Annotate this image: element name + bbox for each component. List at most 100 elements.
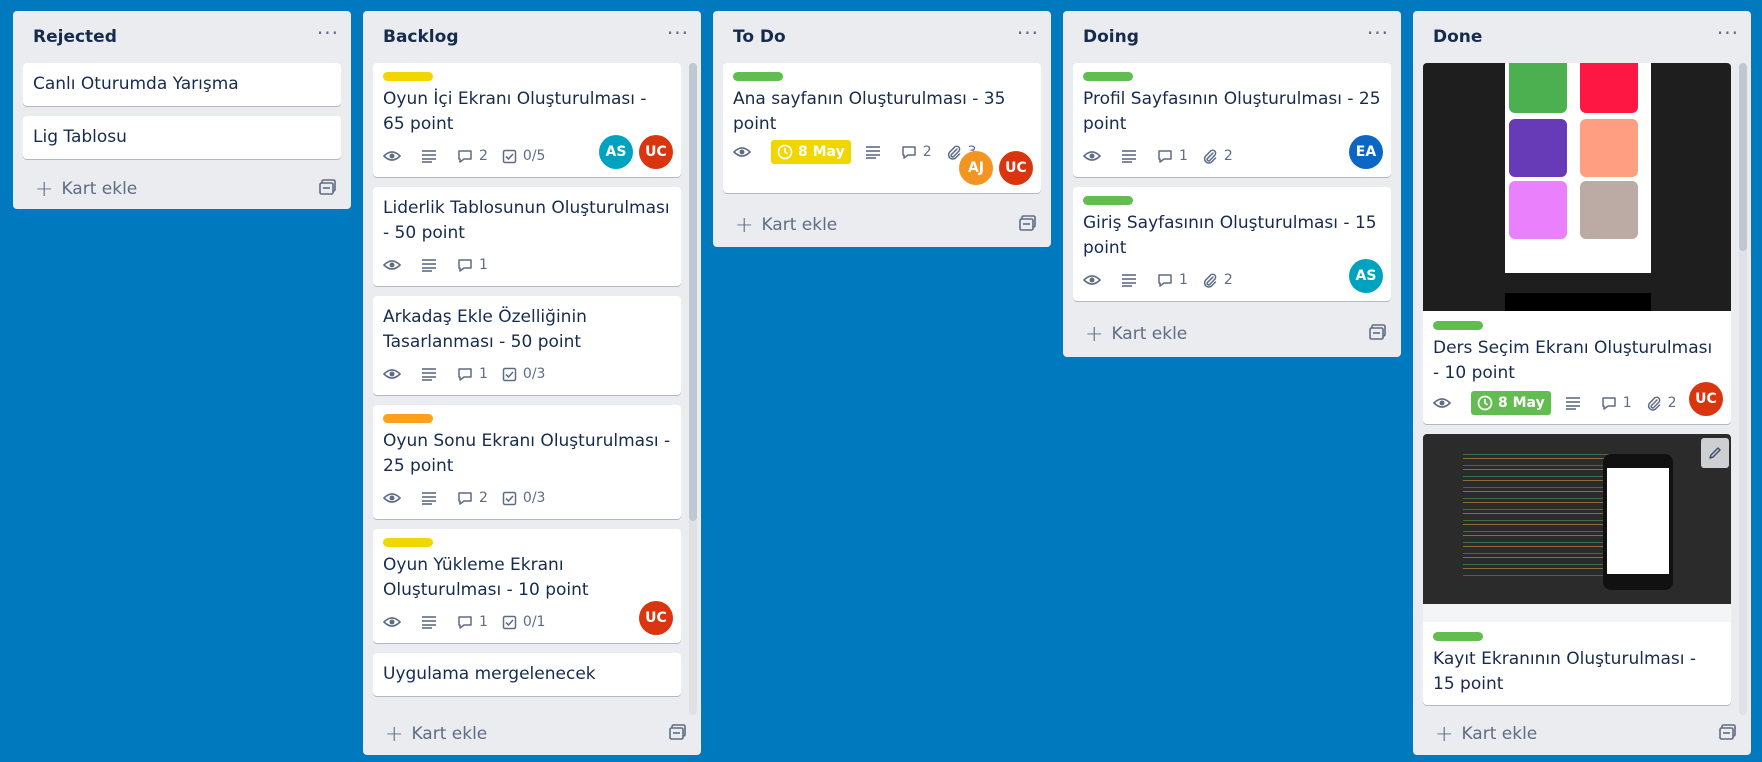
list-header: Rejected ··· — [13, 11, 351, 63]
card[interactable]: Liderlik Tablosunun Oluşturulması - 50 p… — [373, 187, 681, 286]
card-title: Uygulama mergelenecek — [383, 664, 596, 684]
list-menu-icon[interactable]: ··· — [1717, 23, 1739, 43]
list-header: Backlog ··· — [363, 11, 701, 63]
due-date-badge[interactable]: 8 May — [1471, 391, 1551, 415]
card-template-icon[interactable] — [1369, 323, 1387, 345]
add-card-button[interactable]: + Kart ekle — [735, 213, 837, 238]
tile-science — [1509, 119, 1567, 177]
list-doing: Doing ··· Profil Sayfasının Oluşturulmas… — [1063, 11, 1401, 357]
add-card-button[interactable]: + Kart ekle — [35, 177, 137, 202]
avatar[interactable]: UC — [639, 601, 673, 635]
card[interactable]: Oyun Sonu Ekranı Oluşturulması - 25 poin… — [373, 405, 681, 519]
list-title[interactable]: Rejected — [33, 27, 117, 47]
emulator-screen — [1607, 468, 1669, 574]
description-badge — [421, 367, 443, 381]
description-icon — [422, 616, 436, 629]
comment-icon — [458, 491, 472, 505]
list-menu-icon[interactable]: ··· — [1367, 23, 1389, 43]
add-card-label: Kart ekle — [761, 215, 838, 235]
avatar[interactable]: EA — [1349, 135, 1383, 169]
checklist-count: 0/5 — [522, 148, 546, 164]
card[interactable]: Ders Seçim Ekranı Oluşturulması - 10 poi… — [1423, 63, 1731, 424]
plus-icon: + — [1435, 721, 1454, 747]
card-label[interactable] — [1433, 632, 1483, 641]
card[interactable]: Arkadaş Ekle Özelliğinin Tasarlanması - … — [373, 296, 681, 395]
avatar[interactable]: AS — [599, 135, 633, 169]
card[interactable]: Giriş Sayfasının Oluşturulması - 15 poin… — [1073, 187, 1391, 301]
list-title[interactable]: Doing — [1083, 27, 1139, 47]
checklist-badge: 0/1 — [502, 614, 545, 630]
card[interactable]: Oyun Yükleme Ekranı Oluşturulması - 10 p… — [373, 529, 681, 643]
list-title[interactable]: To Do — [733, 27, 786, 47]
comment-icon — [458, 367, 472, 381]
list-done: Done ··· Ders Seçim Ekranı Oluşturulması — [1413, 11, 1751, 755]
list-scrollbar-thumb[interactable] — [1739, 63, 1747, 251]
card-title: Ana sayfanın Oluşturulması - 35 point — [733, 89, 1006, 134]
due-date: 8 May — [1498, 395, 1545, 411]
card-label[interactable] — [383, 538, 433, 547]
ide-code-area — [1463, 448, 1613, 578]
comments-badge: 2 — [901, 144, 932, 160]
list-header: Doing ··· — [1063, 11, 1401, 63]
avatar[interactable]: AJ — [959, 151, 993, 185]
card-title: Arkadaş Ekle Özelliğinin Tasarlanması - … — [383, 307, 587, 352]
card-list: Ders Seçim Ekranı Oluşturulması - 10 poi… — [1413, 63, 1751, 715]
add-card-button[interactable]: + Kart ekle — [1085, 322, 1187, 347]
card[interactable]: Profil Sayfasının Oluşturulması - 25 poi… — [1073, 63, 1391, 177]
description-icon — [1122, 150, 1136, 163]
card-template-icon[interactable] — [1019, 214, 1037, 236]
list-scrollbar-thumb[interactable] — [689, 63, 697, 521]
add-card-button[interactable]: + Kart ekle — [385, 722, 487, 747]
list-menu-icon[interactable]: ··· — [1017, 23, 1039, 43]
comments-count: 1 — [1622, 395, 1632, 411]
card-badges: 1 2 — [1083, 143, 1381, 169]
description-badge — [1121, 149, 1143, 163]
card-label[interactable] — [383, 72, 433, 81]
phone-bottom-nav — [1505, 273, 1651, 293]
add-card-button[interactable]: + Kart ekle — [1435, 722, 1537, 747]
plus-icon: + — [1085, 321, 1104, 347]
card-label[interactable] — [1083, 72, 1133, 81]
avatar[interactable]: UC — [1689, 382, 1723, 416]
card-template-icon[interactable] — [319, 178, 337, 200]
list-rejected: Rejected ··· Canlı Oturumda Yarışma Lig … — [13, 11, 351, 209]
card[interactable]: Uygulama mergelenecek — [373, 653, 681, 696]
card[interactable]: Oyun İçi Ekranı Oluşturulması - 65 point… — [373, 63, 681, 177]
description-badge — [421, 149, 443, 163]
avatar[interactable]: UC — [639, 135, 673, 169]
card-label[interactable] — [1083, 196, 1133, 205]
paperclip-icon — [1647, 396, 1660, 411]
avatar[interactable]: UC — [999, 151, 1033, 185]
card-label[interactable] — [733, 72, 783, 81]
comment-icon — [458, 615, 472, 629]
card-label[interactable] — [383, 414, 433, 423]
list-todo: To Do ··· Ana sayfanın Oluşturulması - 3… — [713, 11, 1051, 247]
description-icon — [422, 368, 436, 381]
card-template-icon[interactable] — [1719, 723, 1737, 745]
comment-icon — [1158, 149, 1172, 163]
watch-badge — [383, 367, 407, 381]
card-cover-image — [1423, 63, 1731, 311]
description-icon — [1122, 274, 1136, 287]
card[interactable]: Canlı Oturumda Yarışma — [23, 63, 341, 106]
avatar[interactable]: AS — [1349, 259, 1383, 293]
card[interactable]: Lig Tablosu — [23, 116, 341, 159]
list-menu-icon[interactable]: ··· — [667, 23, 689, 43]
card[interactable]: Kayıt Ekranının Oluşturulması - 15 point — [1423, 434, 1731, 705]
card[interactable]: Ana sayfanın Oluşturulması - 35 point 8 … — [723, 63, 1041, 193]
list-title[interactable]: Done — [1433, 27, 1482, 47]
edit-card-button[interactable] — [1701, 438, 1729, 468]
description-icon — [865, 146, 880, 159]
list-title[interactable]: Backlog — [383, 27, 459, 47]
card-title: Ders Seçim Ekranı Oluşturulması - 10 poi… — [1433, 338, 1713, 383]
due-date-badge[interactable]: 8 May — [771, 140, 851, 164]
list-menu-icon[interactable]: ··· — [317, 23, 339, 43]
comments-badge: 1 — [1157, 272, 1188, 288]
comments-count: 1 — [479, 366, 488, 382]
attachments-badge: 2 — [1202, 148, 1233, 164]
card-label[interactable] — [1433, 321, 1483, 330]
comments-count: 2 — [479, 490, 488, 506]
comment-icon — [1158, 273, 1172, 287]
comment-icon — [458, 149, 472, 163]
card-template-icon[interactable] — [669, 723, 687, 745]
